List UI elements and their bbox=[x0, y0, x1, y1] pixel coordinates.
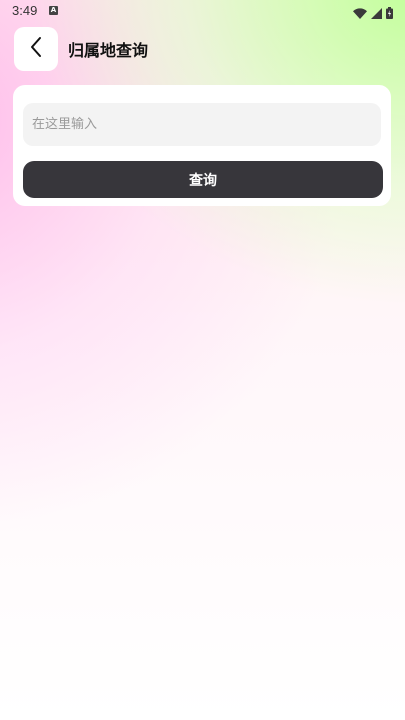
back-button[interactable] bbox=[14, 27, 58, 71]
battery-icon bbox=[386, 4, 393, 23]
status-bar: 3:49 A bbox=[0, 0, 405, 24]
query-card: 查询 bbox=[13, 85, 391, 206]
wifi-icon bbox=[353, 4, 367, 23]
search-input[interactable] bbox=[23, 103, 381, 146]
chevron-left-icon bbox=[29, 36, 43, 62]
query-button[interactable]: 查询 bbox=[23, 161, 383, 198]
status-icons bbox=[353, 4, 393, 23]
page-title: 归属地查询 bbox=[68, 41, 149, 60]
notification-icon: A bbox=[49, 6, 58, 15]
status-time: 3:49 bbox=[12, 3, 38, 18]
signal-icon bbox=[371, 4, 382, 23]
